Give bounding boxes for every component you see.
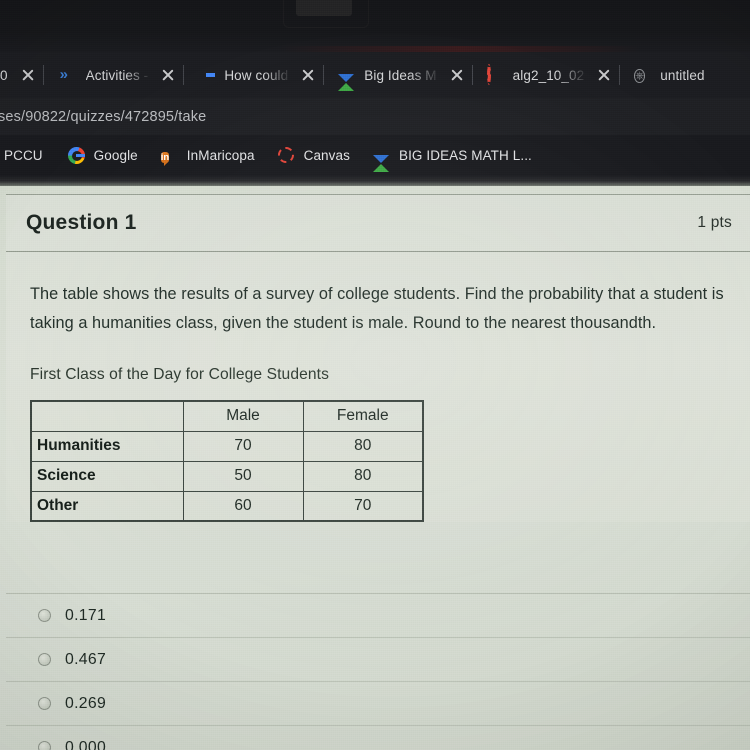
survey-table: Male Female Humanities 70 80 Science 50 … bbox=[30, 400, 424, 522]
table-cell-science-female: 80 bbox=[302, 460, 424, 492]
browser-tab-0[interactable]: 0 bbox=[0, 52, 43, 98]
answer-option-0[interactable]: 0.171 bbox=[6, 593, 750, 637]
browser-tab-activities[interactable]: » Activities - bbox=[44, 52, 184, 98]
browser-chrome: 0 » Activities - How could Big Ideas M a… bbox=[0, 0, 750, 186]
canvas-icon bbox=[277, 146, 295, 164]
tab-title: Activities - bbox=[85, 67, 149, 83]
table-cell-science-male: 50 bbox=[182, 460, 304, 492]
answer-label: 0.000 bbox=[65, 738, 107, 750]
bookmark-label: InMaricopa bbox=[186, 147, 255, 163]
tab-close-icon[interactable] bbox=[159, 66, 177, 84]
bigideas-math-icon bbox=[372, 146, 390, 172]
browser-tab-big-ideas[interactable]: Big Ideas M bbox=[324, 52, 471, 98]
tab-close-icon[interactable] bbox=[448, 66, 466, 84]
chevrons-icon: » bbox=[59, 66, 68, 83]
tab-title: untitled bbox=[660, 67, 705, 83]
table-row: Humanities 70 80 bbox=[30, 430, 424, 462]
answer-label: 0.467 bbox=[65, 650, 107, 668]
question-header: Question 1 1 pts bbox=[6, 195, 750, 252]
table-row-header-humanities: Humanities bbox=[30, 430, 184, 462]
answer-label: 0.171 bbox=[65, 606, 107, 624]
bookmark-google[interactable]: Google bbox=[52, 135, 147, 175]
tab-title: Big Ideas M bbox=[364, 67, 437, 83]
table-cell-humanities-male: 70 bbox=[182, 430, 304, 462]
inmaricopa-icon: in bbox=[160, 151, 170, 163]
answer-label: 0.269 bbox=[65, 694, 107, 712]
tab-close-icon[interactable] bbox=[299, 66, 317, 84]
bookmark-big-ideas-math[interactable]: BIG IDEAS MATH L... bbox=[359, 135, 541, 175]
table-header-row: Male Female bbox=[30, 400, 424, 432]
tab-title: alg2_10_02 bbox=[512, 67, 585, 83]
bookmark-pccu[interactable]: PCCU bbox=[0, 135, 52, 175]
table-cell-humanities-female: 80 bbox=[302, 430, 424, 462]
table-caption: First Class of the Day for College Stude… bbox=[30, 366, 329, 383]
table-row-header-science: Science bbox=[30, 460, 184, 492]
browser-title-bar bbox=[0, 0, 750, 53]
bookmark-canvas[interactable]: Canvas bbox=[264, 135, 359, 175]
question-card: Question 1 1 pts The table shows the res… bbox=[6, 194, 750, 750]
address-bar[interactable]: ses/90822/quizzes/472895/take bbox=[0, 98, 750, 135]
table-row: Other 60 70 bbox=[30, 490, 424, 522]
quiz-page: Question 1 1 pts The table shows the res… bbox=[0, 186, 750, 750]
globe-icon: ⎈ bbox=[634, 69, 646, 83]
browser-tab-untitled[interactable]: ⎈ untitled bbox=[620, 52, 710, 98]
bookmark-label: Canvas bbox=[303, 147, 350, 163]
answer-option-2[interactable]: 0.269 bbox=[6, 681, 750, 725]
tab-close-icon[interactable] bbox=[595, 66, 613, 84]
tab-strip: 0 » Activities - How could Big Ideas M a… bbox=[0, 52, 750, 98]
bookmark-label: BIG IDEAS MATH L... bbox=[398, 147, 532, 163]
browser-tab-how-could[interactable]: How could bbox=[184, 52, 323, 98]
question-points: 1 pts bbox=[697, 214, 732, 231]
address-bar-url: ses/90822/quizzes/472895/take bbox=[0, 108, 207, 125]
radio-button-icon[interactable] bbox=[38, 609, 51, 622]
bookmark-label: PCCU bbox=[4, 147, 43, 163]
table-cell-other-male: 60 bbox=[182, 490, 304, 522]
bookmarks-bar: PCCU Google in InMaricopa Canvas BIG IDE… bbox=[0, 135, 750, 175]
table-row-header-other: Other bbox=[30, 490, 184, 522]
radio-button-icon[interactable] bbox=[38, 741, 51, 750]
browser-tab-alg2[interactable]: alg2_10_02 bbox=[473, 52, 620, 98]
radio-button-icon[interactable] bbox=[38, 653, 51, 666]
bookmark-inmaricopa[interactable]: in InMaricopa bbox=[147, 135, 264, 175]
question-text: The table shows the results of a survey … bbox=[30, 285, 724, 332]
chrome-bottom-edge bbox=[0, 175, 750, 186]
radio-button-icon[interactable] bbox=[38, 697, 51, 710]
table-cell-other-female: 70 bbox=[302, 490, 424, 522]
table-row: Science 50 80 bbox=[30, 460, 424, 492]
canvas-icon bbox=[486, 64, 505, 85]
google-icon bbox=[67, 146, 85, 164]
table-column-header-male: Male bbox=[182, 400, 304, 432]
bigideas-math-icon bbox=[338, 66, 356, 91]
tab-title: 0 bbox=[0, 67, 8, 83]
table-corner-cell bbox=[30, 400, 184, 432]
answer-option-1[interactable]: 0.467 bbox=[6, 637, 750, 681]
bookmark-label: Google bbox=[93, 147, 138, 163]
answer-option-3[interactable]: 0.000 bbox=[6, 725, 750, 750]
table-column-header-female: Female bbox=[302, 400, 424, 432]
tab-title: How could bbox=[224, 67, 289, 83]
background-window-ghost bbox=[296, 0, 352, 16]
google-icon bbox=[198, 66, 216, 84]
question-body: The table shows the results of a survey … bbox=[6, 252, 750, 522]
question-title: Question 1 bbox=[26, 211, 137, 234]
answer-options: 0.171 0.467 0.269 0.000 bbox=[6, 593, 750, 750]
tab-close-icon[interactable] bbox=[19, 66, 37, 84]
